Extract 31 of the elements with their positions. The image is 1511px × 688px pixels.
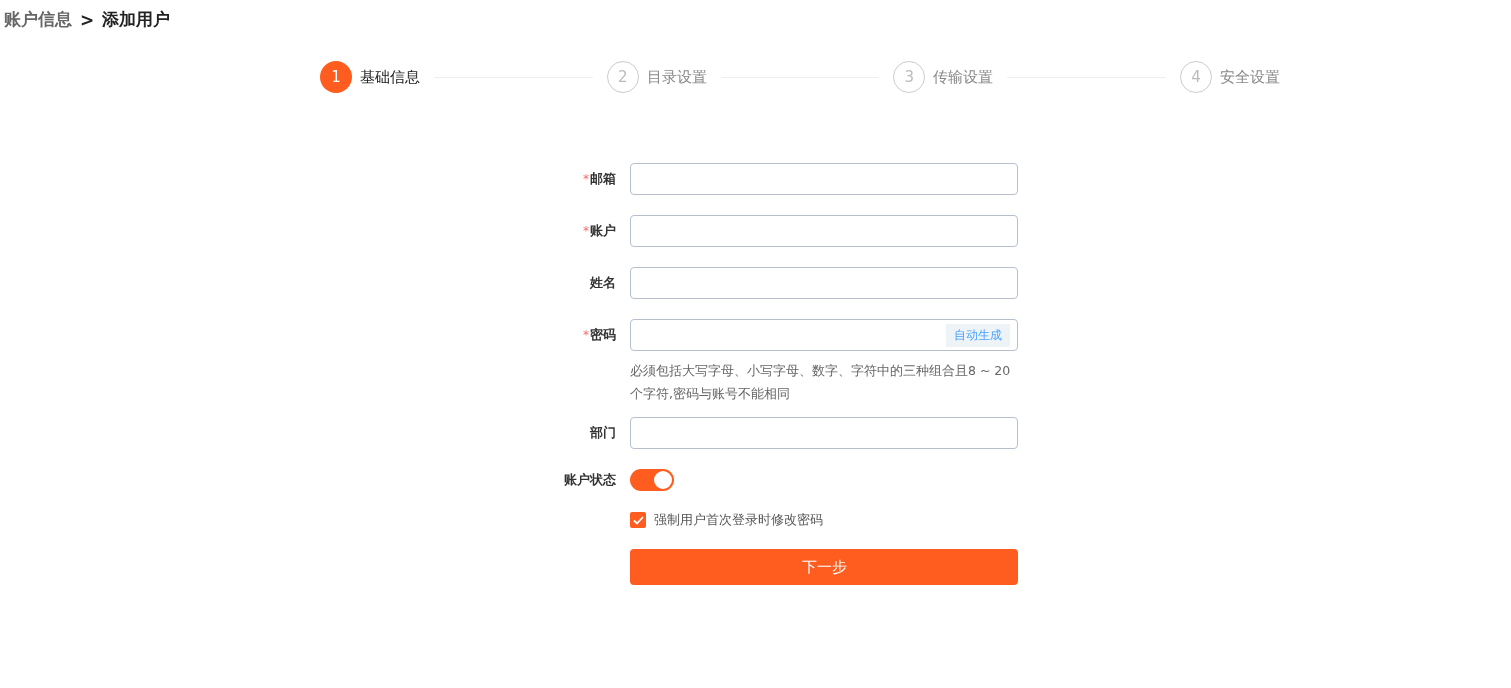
step-number: 3 <box>893 61 926 93</box>
generate-button[interactable]: 自动生成 <box>946 323 1010 347</box>
required-mark: * <box>583 224 589 238</box>
breadcrumb-separator: > <box>80 9 95 30</box>
step-label: 安全设置 <box>1220 67 1280 87</box>
step-label: 传输设置 <box>933 67 994 87</box>
input-field[interactable]: 自动生成 <box>630 319 1018 351</box>
password-hint: 必须包括大写字母、小写字母、数字、字符中的三种组合且8 ~ 20个字符,密码与账号不能相同 <box>630 362 1012 403</box>
status-toggle[interactable] <box>630 469 674 491</box>
step-label: 目录设置 <box>646 67 707 87</box>
field-label: 账户 <box>590 222 616 240</box>
field-label: 密码 <box>590 326 616 344</box>
field-label: 账户状态 <box>564 471 616 489</box>
step-number: 1 <box>320 61 352 93</box>
breadcrumb-item[interactable]: 账户信息 <box>4 8 72 31</box>
field-label: 邮箱 <box>590 170 616 188</box>
input-field[interactable] <box>630 417 1018 449</box>
next-step-button[interactable]: 下一步 <box>630 549 1018 585</box>
checkbox[interactable] <box>630 512 646 528</box>
checkbox-label: 强制用户首次登录时修改密码 <box>654 511 823 529</box>
field-label: 姓名 <box>590 274 616 292</box>
step-number: 2 <box>606 61 639 93</box>
input-field[interactable] <box>630 215 1018 247</box>
input-field[interactable] <box>630 267 1018 299</box>
required-mark: * <box>583 172 589 186</box>
required-mark: * <box>583 328 589 342</box>
field-label: 部门 <box>590 424 616 442</box>
step-number: 4 <box>1180 61 1212 93</box>
step-label: 基础信息 <box>360 67 420 87</box>
breadcrumb-item: 添加用户 <box>102 8 171 31</box>
input-field[interactable] <box>630 163 1018 195</box>
